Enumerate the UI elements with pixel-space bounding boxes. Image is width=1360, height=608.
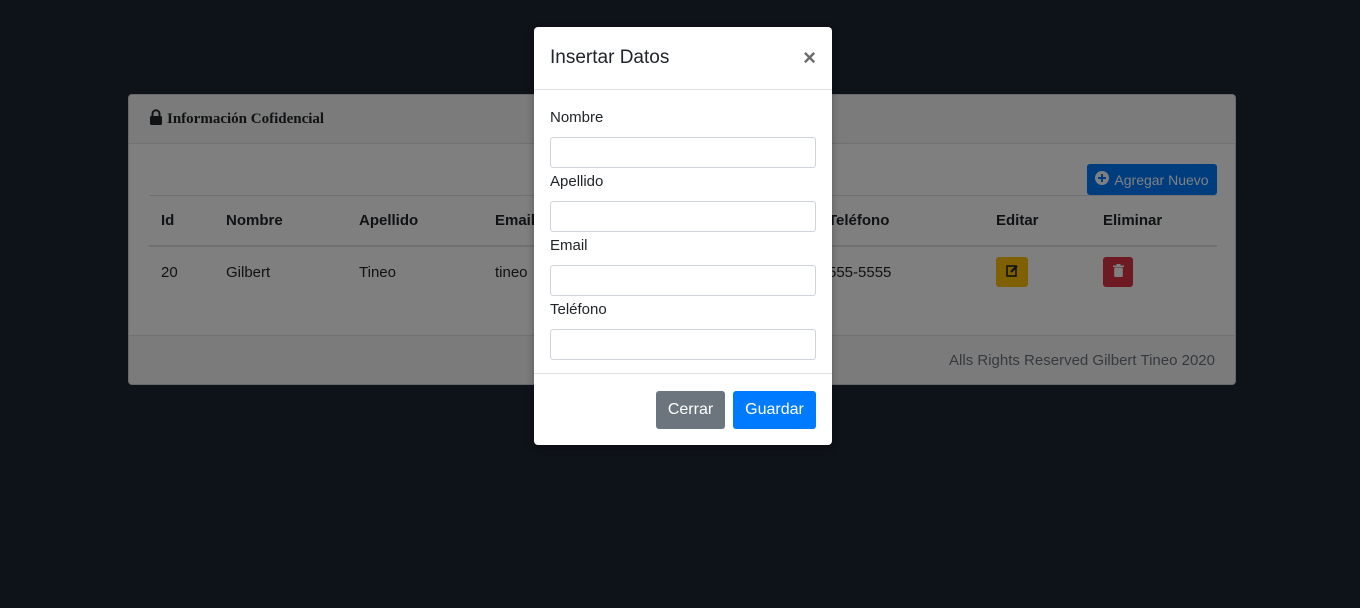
cell-apellido: Tineo bbox=[359, 263, 396, 281]
delete-button[interactable] bbox=[1103, 257, 1133, 287]
insert-data-modal: Insertar Datos × Nombre Apellido Email T… bbox=[534, 27, 832, 445]
col-header-editar: Editar bbox=[984, 195, 1091, 247]
close-icon[interactable]: × bbox=[803, 47, 816, 69]
plus-circle-icon bbox=[1095, 171, 1110, 188]
telefono-input[interactable] bbox=[550, 329, 816, 360]
apellido-label: Apellido bbox=[550, 173, 604, 190]
cell-eliminar bbox=[1091, 246, 1217, 297]
cell-editar bbox=[984, 246, 1091, 297]
footer-text: Alls Rights Reserved Gilbert Tineo 2020 bbox=[949, 351, 1215, 369]
edit-button[interactable] bbox=[996, 257, 1028, 287]
lock-icon bbox=[149, 108, 163, 130]
telefono-label: Teléfono bbox=[550, 301, 607, 318]
email-label: Email bbox=[550, 237, 588, 254]
col-header-telefono: Teléfono bbox=[816, 195, 984, 247]
close-button[interactable]: Cerrar bbox=[656, 390, 725, 429]
save-button[interactable]: Guardar bbox=[733, 390, 816, 429]
add-new-button[interactable]: Agregar Nuevo bbox=[1087, 164, 1217, 195]
cell-telefono: 555-5555 bbox=[828, 263, 892, 281]
nombre-label: Nombre bbox=[550, 109, 604, 126]
add-new-label: Agregar Nuevo bbox=[1114, 171, 1209, 188]
modal-title: Insertar Datos bbox=[550, 47, 670, 68]
col-header-apellido: Apellido bbox=[347, 195, 483, 247]
col-header-eliminar: Eliminar bbox=[1091, 195, 1217, 247]
modal-footer: Cerrar Guardar bbox=[534, 374, 832, 445]
card-title: Información Cofidencial bbox=[167, 110, 325, 127]
col-header-id: Id bbox=[149, 195, 214, 247]
apellido-input[interactable] bbox=[550, 201, 816, 232]
nombre-input[interactable] bbox=[550, 137, 816, 168]
cell-nombre: Gilbert bbox=[226, 263, 271, 281]
cell-id: 20 bbox=[161, 263, 178, 281]
col-header-nombre: Nombre bbox=[214, 195, 347, 247]
modal-header: Insertar Datos × bbox=[534, 27, 832, 90]
email-input[interactable] bbox=[550, 265, 816, 296]
trash-icon bbox=[1112, 263, 1124, 281]
modal-body: Nombre Apellido Email Teléfono bbox=[534, 90, 832, 374]
edit-icon bbox=[1005, 264, 1019, 281]
card-title-wrap: Información Cofidencial bbox=[149, 108, 325, 130]
